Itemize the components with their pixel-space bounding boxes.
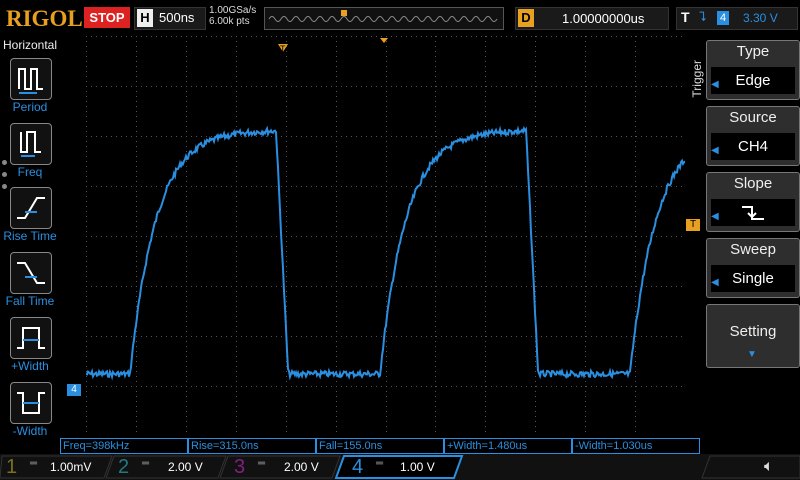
measure-freq-button[interactable]: Freq (0, 123, 60, 185)
channel-3-tab[interactable]: 3 ═ 2.00 V (234, 456, 334, 478)
button-value: CH4 (711, 133, 795, 160)
delay-label: D (518, 9, 534, 27)
timebase-value: 500ns (159, 10, 195, 25)
period-icon (10, 58, 52, 100)
measure-label: +Width (11, 359, 49, 373)
falling-edge-icon: ⮧ (699, 9, 707, 24)
trigger-setting-button[interactable]: Setting ▼ (706, 304, 800, 368)
memory-waveform-icon (268, 10, 498, 22)
channel-2-tab[interactable]: 2 ═ 2.00 V (118, 456, 218, 478)
arrow-left-icon: ◀ (711, 211, 719, 222)
button-title: Source (729, 109, 777, 126)
freq-icon (10, 123, 52, 165)
channel-1-tab[interactable]: 1 ═ 1.00mV (6, 456, 106, 478)
trigger-menu-title: Trigger (690, 60, 704, 98)
trigger-position-bar (264, 7, 504, 30)
measurement-positive-width: +Width=1.480us (444, 438, 572, 454)
channel-scale: 2.00 V (168, 460, 203, 474)
channel-scale: 2.00 V (284, 460, 319, 474)
memory-depth: 6.00k pts (209, 16, 250, 27)
negative-width-icon (10, 382, 52, 424)
trigger-level: 3.30 V (743, 11, 778, 25)
button-title: Type (736, 43, 770, 60)
rise-time-icon (10, 187, 52, 229)
dc-coupling-icon: ═ (258, 458, 266, 469)
horizontal-delay-box[interactable]: D 1.00000000us (515, 7, 669, 30)
channel-number: 4 (352, 456, 364, 478)
waveform-display[interactable]: T (86, 36, 685, 436)
trigger-level-marker[interactable]: T (686, 219, 700, 231)
channel-scale: 1.00 V (400, 460, 435, 474)
falling-edge-icon (711, 199, 795, 226)
channel-4-ground-marker[interactable]: 4 (67, 384, 81, 396)
button-title: Slope (733, 175, 773, 192)
measure-label: -Width (12, 424, 48, 438)
channel-4-waveform (86, 125, 685, 381)
channel-scale: 1.00mV (50, 460, 92, 474)
button-value: Single (711, 265, 795, 292)
trigger-source-badge: 4 (717, 11, 729, 25)
measure-negative-width-button[interactable]: -Width (0, 382, 60, 444)
trigger-type-button[interactable]: Type Edge ◀ (706, 40, 800, 100)
measure-label: Freq (17, 165, 43, 179)
trigger-slope-button[interactable]: Slope ◀ (706, 172, 800, 232)
channel-number: 1 (6, 456, 18, 478)
positive-width-icon (10, 317, 52, 359)
button-value: Edge (711, 67, 795, 94)
measure-label: Fall Time (5, 294, 55, 308)
channel-number: 2 (118, 456, 130, 478)
trigger-marker-label: T (280, 44, 286, 54)
fall-time-icon (10, 252, 52, 294)
measure-positive-width-button[interactable]: +Width (0, 317, 60, 379)
channel-number: 3 (234, 456, 246, 478)
button-title: Sweep (730, 241, 776, 258)
dc-coupling-icon: ═ (30, 458, 38, 469)
measure-category-title: Horizontal (3, 38, 58, 52)
measure-rise-time-button[interactable]: Rise Time (0, 187, 60, 249)
measure-label: Rise Time (3, 229, 57, 243)
dc-coupling-icon: ═ (376, 458, 384, 469)
horizontal-label: H (137, 9, 153, 27)
trigger-status-box[interactable]: T ⮧ 4 3.30 V (676, 7, 798, 30)
horizontal-timebase-box[interactable]: H 500ns (134, 7, 206, 30)
trigger-label: T (681, 9, 690, 25)
measurement-negative-width: -Width=1.030us (572, 438, 700, 454)
center-marker (380, 38, 388, 43)
trigger-sweep-button[interactable]: Sweep Single ◀ (706, 238, 800, 298)
sound-tab-shape (701, 455, 800, 479)
speaker-muted-icon[interactable]: 🔈︎ (764, 458, 774, 476)
measurement-rise: Rise=315.0ns (188, 438, 316, 454)
arrow-left-icon: ◀ (711, 277, 719, 288)
measurement-freq: Freq=398kHz (60, 438, 188, 454)
measure-period-button[interactable]: Period (0, 58, 60, 120)
measurement-fall: Fall=155.0ns (316, 438, 444, 454)
measure-fall-time-button[interactable]: Fall Time (0, 252, 60, 314)
run-stop-indicator[interactable]: STOP (84, 7, 130, 28)
acquisition-info: 1.00GSa/s 6.00k pts (209, 5, 256, 27)
rigol-logo: RIGOL (6, 6, 83, 31)
channel-4-tab[interactable]: 4 ═ 1.00 V (352, 456, 456, 478)
trigger-source-button[interactable]: Source CH4 ◀ (706, 106, 800, 166)
sample-rate: 1.00GSa/s (209, 5, 257, 16)
arrow-left-icon: ◀ (711, 145, 719, 156)
delay-value: 1.00000000us (562, 11, 645, 26)
arrow-left-icon: ◀ (711, 79, 719, 90)
measure-label: Period (12, 100, 48, 114)
dc-coupling-icon: ═ (142, 458, 150, 469)
button-title: Setting (729, 323, 777, 340)
arrow-down-icon: ▼ (747, 349, 757, 360)
